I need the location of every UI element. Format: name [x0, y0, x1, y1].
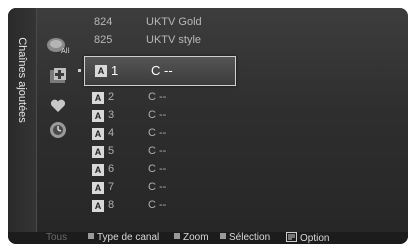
channel-name: C -- — [148, 181, 167, 193]
channel-number: 3 — [108, 109, 115, 121]
type-de-canal-label: Type de canal — [97, 232, 160, 243]
channel-number: 8 — [108, 199, 115, 211]
channel-number: 7 — [108, 181, 115, 193]
list-item[interactable]: A 6 C -- — [92, 162, 392, 178]
channel-name: UKTV Gold — [146, 16, 202, 28]
square-icon — [174, 233, 180, 239]
selection-pointer — [78, 69, 81, 72]
all-channels-icon[interactable]: All — [46, 36, 70, 56]
channel-name: C -- — [148, 163, 167, 175]
antenna-badge: A — [92, 146, 104, 158]
footer-bar: Tous Type de canal Zoom Sélection Option — [8, 232, 408, 244]
category-icons: All — [36, 8, 80, 232]
channel-name: UKTV style — [146, 34, 202, 46]
channel-number: 825 — [94, 34, 113, 46]
antenna-badge: A — [92, 200, 104, 212]
type-de-canal-button[interactable]: Type de canal — [88, 232, 159, 244]
selection-label: Sélection — [229, 232, 271, 243]
channel-number: 6 — [108, 163, 115, 175]
channel-name: C -- — [148, 109, 167, 121]
list-item[interactable]: A 3 C -- — [92, 108, 392, 124]
square-icon — [88, 233, 94, 239]
tools-icon — [286, 232, 297, 242]
zoom-button[interactable]: Zoom — [174, 232, 209, 244]
list-item[interactable]: A 5 C -- — [92, 144, 392, 160]
channel-name: C -- — [151, 63, 173, 78]
antenna-badge: A — [92, 128, 104, 140]
channel-number: 4 — [108, 127, 115, 139]
svg-text:All: All — [61, 47, 70, 55]
channel-number: 2 — [108, 91, 115, 103]
favorites-icon[interactable] — [46, 96, 70, 116]
antenna-badge: A — [92, 92, 104, 104]
channel-list: 824 UKTV Gold 825 UKTV style A 2 C -- A … — [80, 8, 408, 232]
zoom-label: Zoom — [183, 232, 209, 243]
selection-button[interactable]: Sélection — [220, 232, 270, 244]
option-label: Option — [300, 233, 330, 244]
channel-number: 1 — [111, 63, 119, 78]
channel-number: 824 — [94, 16, 113, 28]
tous-label: Tous — [46, 232, 68, 243]
channel-name: C -- — [148, 145, 167, 157]
sidebar-tab: Chaînes ajoutées — [8, 8, 37, 232]
list-item[interactable]: A 8 C -- — [92, 198, 392, 214]
antenna-badge: A — [92, 164, 104, 176]
sidebar-title: Chaînes ajoutées — [16, 37, 28, 123]
antenna-badge: A — [92, 182, 104, 194]
channel-name: C -- — [148, 127, 167, 139]
channel-name: C -- — [148, 91, 167, 103]
antenna-badge: A — [95, 65, 107, 77]
channel-list-screen: Chaînes ajoutées All 824 UKTV Gold 825 U… — [8, 8, 408, 244]
square-icon — [220, 233, 226, 239]
added-channels-icon[interactable] — [46, 66, 70, 86]
channel-number: 5 — [108, 145, 115, 157]
antenna-badge: A — [92, 110, 104, 122]
list-item[interactable]: A 4 C -- — [92, 126, 392, 142]
selected-channel-row[interactable]: A 1 C -- — [84, 56, 236, 86]
list-item[interactable]: A 2 C -- — [92, 90, 392, 106]
channel-name: C -- — [148, 199, 167, 211]
option-button[interactable]: Option — [286, 232, 329, 244]
list-item[interactable]: A 7 C -- — [92, 180, 392, 196]
programmed-icon[interactable] — [46, 120, 70, 140]
